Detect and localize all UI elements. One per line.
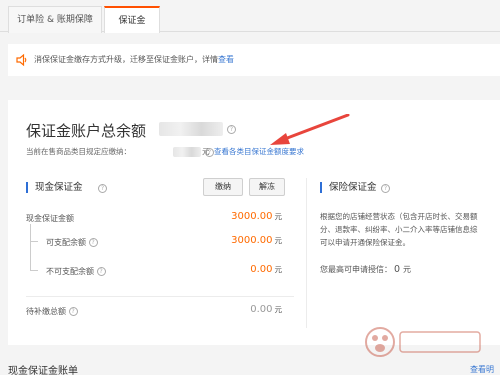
- pending-payment-text: 待补缴总额: [26, 307, 66, 316]
- available-balance-text: 可支配余额: [46, 238, 86, 247]
- tab-deposit[interactable]: 保证金: [104, 6, 160, 33]
- max-credit-line: 您最高可申请授信： 0 元: [320, 264, 411, 275]
- unit-label: 元: [274, 265, 283, 274]
- insurance-description-line: 根据您的店铺经营状态（包含开店时长、交易额: [320, 212, 478, 221]
- help-icon[interactable]: ?: [227, 125, 236, 134]
- tab-bar: 订单险 & 账期保障 保证金: [0, 0, 500, 33]
- help-icon[interactable]: ?: [96, 267, 106, 276]
- view-details-link[interactable]: 查看明: [470, 364, 494, 375]
- insurance-description-line: 分、退款率、纠纷率、小二介入率等店铺信息综: [320, 225, 478, 234]
- speaker-icon: [16, 53, 27, 67]
- available-balance-number: 3000.00: [231, 235, 273, 246]
- notice-text: 消保保证金缴存方式升级，迁移至保证金账户，详情查看: [34, 54, 234, 66]
- annotation-arrow: [270, 114, 350, 145]
- notice-view-link[interactable]: 查看: [218, 55, 234, 64]
- cash-deposit-amount-value: 3000.00 元: [231, 211, 282, 222]
- max-credit-label: 您最高可申请授信：: [320, 265, 392, 274]
- insurance-description-line: 可以申请开通保险保证金。: [320, 238, 410, 247]
- deposit-panel: 保证金账户总余额 ? 当前在售商品类目规定应缴纳： 元 ? 查看各类目保证金额度…: [8, 100, 500, 345]
- tree-line: [30, 260, 31, 270]
- unavailable-balance-value: 0.00 元: [250, 264, 282, 275]
- notice-bar: 消保保证金缴存方式升级，迁移至保证金账户，详情查看: [8, 44, 500, 76]
- cash-deposit-title: 现金保证金: [26, 182, 83, 193]
- tree-line: [30, 224, 31, 260]
- required-deposit-label: 当前在售商品类目规定应缴纳：: [26, 147, 131, 156]
- unit-label: 元: [274, 212, 283, 221]
- notice-message: 消保保证金缴存方式升级，迁移至保证金账户，详情: [34, 55, 218, 64]
- unavailable-balance-label: 不可支配余额 ?: [46, 266, 106, 277]
- watermark-logo: [365, 327, 481, 357]
- max-credit-value: 0: [394, 264, 401, 275]
- total-balance-value-redacted: [159, 122, 223, 136]
- row-divider: [26, 296, 294, 297]
- cash-deposit-amount-label: 现金保证金额: [26, 214, 74, 223]
- insurance-description: 根据您的店铺经营状态（包含开店时长、交易额 分、退款率、纠纷率、小二介入率等店铺…: [320, 210, 500, 249]
- unavailable-balance-number: 0.00: [250, 264, 273, 275]
- help-icon[interactable]: ?: [68, 307, 78, 316]
- available-balance-value: 3000.00 元: [231, 235, 282, 246]
- insurance-deposit-title: 保险保证金: [320, 182, 377, 193]
- required-deposit-value-redacted: [173, 147, 201, 157]
- cash-deposit-amount-number: 3000.00: [231, 211, 273, 222]
- unfreeze-button[interactable]: 解冻: [249, 178, 285, 196]
- unit-label: 元: [274, 305, 283, 314]
- available-balance-label: 可支配余额 ?: [46, 237, 98, 248]
- help-icon[interactable]: ?: [88, 238, 98, 247]
- unit-label: 元: [274, 236, 283, 245]
- deposit-button[interactable]: 缴纳: [203, 178, 243, 196]
- help-icon[interactable]: ?: [381, 184, 390, 193]
- pending-payment-label: 待补缴总额 ?: [26, 306, 78, 317]
- help-icon[interactable]: ?: [98, 184, 107, 193]
- total-balance-title: 保证金账户总余额: [26, 122, 147, 140]
- help-icon[interactable]: ?: [205, 148, 214, 157]
- pending-payment-number: 0.00: [250, 304, 273, 315]
- section-divider: [306, 178, 307, 328]
- tab-order-insurance[interactable]: 订单险 & 账期保障: [8, 6, 102, 33]
- tree-branch: [30, 270, 38, 271]
- cash-deposit-statement-title: 现金保证金账单: [8, 366, 78, 375]
- pending-payment-value: 0.00 元: [250, 304, 282, 315]
- unit-label: 元: [403, 265, 412, 274]
- tree-branch: [30, 241, 38, 242]
- unavailable-balance-text: 不可支配余额: [46, 267, 94, 276]
